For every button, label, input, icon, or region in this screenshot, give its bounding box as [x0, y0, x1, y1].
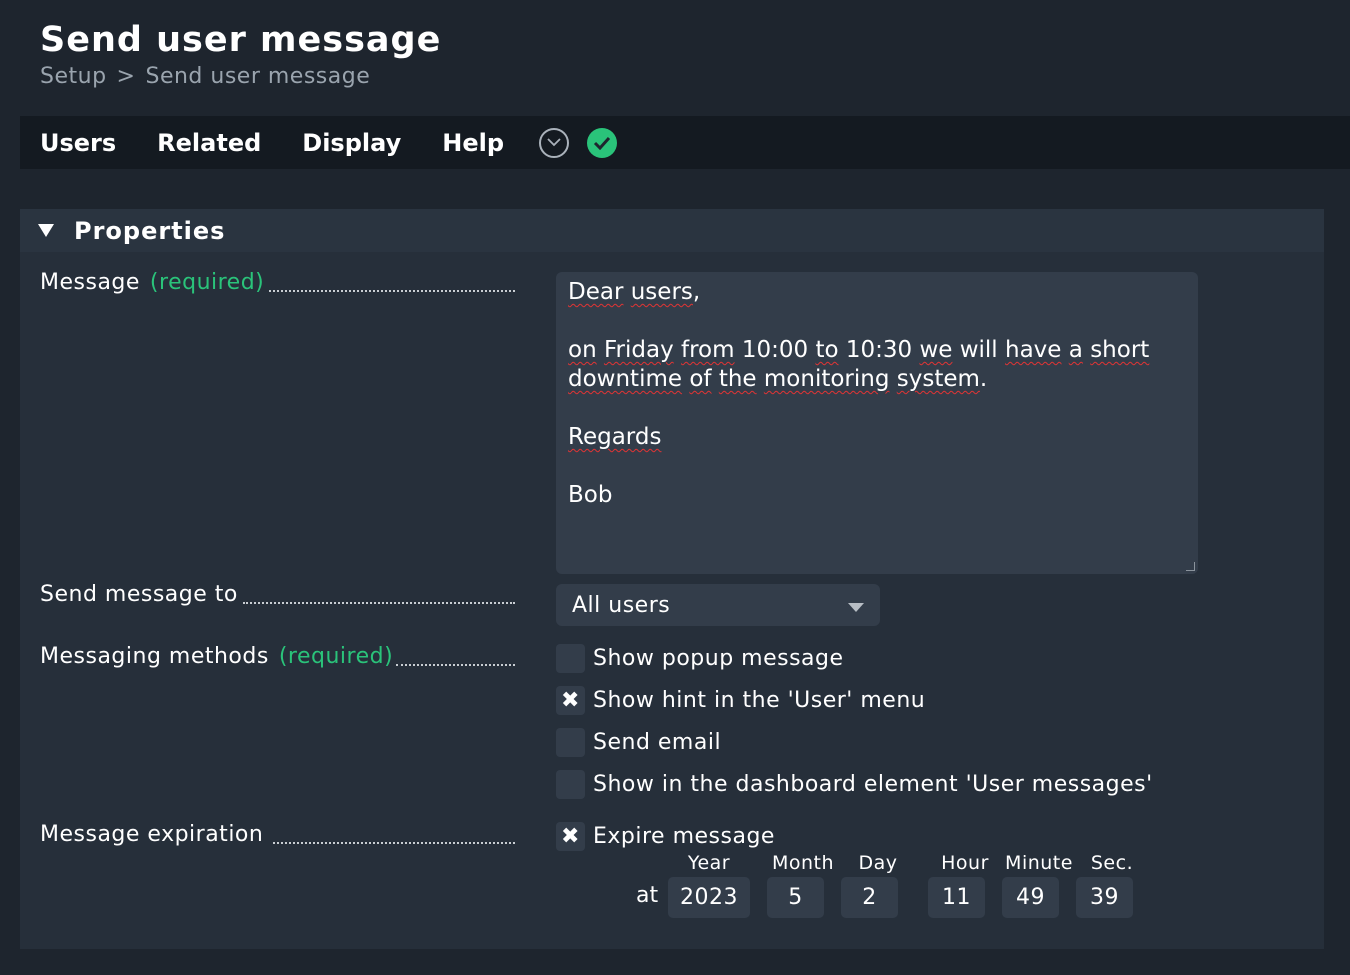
checkbox-expire-message[interactable]: ✖ — [556, 822, 585, 851]
breadcrumb-separator: > — [116, 64, 136, 89]
hour-label: Hour — [941, 852, 989, 874]
message-word: to — [815, 337, 839, 363]
message-word: from — [681, 337, 735, 363]
method-dashboard[interactable]: Show in the dashboard element 'User mess… — [556, 770, 1153, 799]
message-word: downtime — [568, 366, 683, 392]
breadcrumb-current[interactable]: Send user message — [145, 64, 370, 89]
chevron-down-icon — [848, 603, 864, 612]
menu-users[interactable]: Users — [40, 129, 116, 157]
message-line — [568, 307, 1186, 336]
send-to-label: Send message to — [40, 582, 238, 607]
message-line: Bob — [568, 482, 613, 508]
breadcrumb-setup[interactable]: Setup — [40, 64, 107, 89]
message-word: Friday — [603, 337, 674, 363]
month-input[interactable]: 5 — [767, 877, 824, 918]
message-word: monitoring — [763, 366, 890, 392]
hour-input[interactable]: 11 — [928, 877, 985, 918]
methods-label-text: Messaging methods — [40, 644, 269, 669]
message-word: users — [630, 279, 693, 305]
page-title: Send user message — [40, 20, 442, 60]
sec-input[interactable]: 39 — [1076, 877, 1133, 918]
message-textarea[interactable]: Dear users, on Friday from 10:00 to 10:3… — [556, 272, 1198, 574]
method-dashboard-label: Show in the dashboard element 'User mess… — [593, 772, 1153, 797]
message-label: Message (required) — [40, 270, 264, 295]
required-marker: (required) — [278, 644, 394, 669]
message-word: the — [718, 366, 757, 392]
message-word: Dear — [568, 279, 624, 305]
menu-bar: Users Related Display Help — [20, 116, 1350, 169]
message-line: Dear users, — [568, 279, 701, 305]
menu-help[interactable]: Help — [442, 129, 504, 157]
chevron-down-circle-icon[interactable] — [539, 127, 570, 158]
month-label: Month — [771, 852, 835, 874]
minute-label: Minute — [1005, 852, 1073, 874]
dotted-leader — [243, 602, 515, 604]
required-marker: (required) — [149, 270, 265, 295]
send-to-select[interactable]: All users — [556, 584, 880, 626]
methods-label: Messaging methods (required) — [40, 644, 393, 669]
message-word: system — [896, 366, 980, 392]
method-email-label: Send email — [593, 730, 722, 755]
message-line: on Friday from 10:00 to 10:30 we will ha… — [568, 337, 1150, 363]
menu-display[interactable]: Display — [302, 129, 401, 157]
resize-handle-icon[interactable] — [1186, 562, 1195, 571]
checkbox-email[interactable] — [556, 728, 585, 757]
properties-header[interactable]: Properties — [20, 209, 1324, 252]
message-word: on — [568, 337, 597, 363]
message-line — [568, 452, 1186, 481]
checkbox-user-menu-hint[interactable]: ✖ — [556, 686, 585, 715]
checkbox-popup[interactable] — [556, 644, 585, 673]
day-input[interactable]: 2 — [841, 877, 898, 918]
method-user-menu-hint-label: Show hint in the 'User' menu — [593, 688, 926, 713]
check-circle-icon[interactable] — [587, 127, 618, 158]
expiration-label-text: Message expiration — [40, 822, 264, 847]
message-word: Regards — [568, 424, 662, 450]
menu-related[interactable]: Related — [157, 129, 261, 157]
dotted-leader — [273, 842, 515, 844]
expire-message-label: Expire message — [593, 824, 775, 849]
message-word: a — [1068, 337, 1083, 363]
method-email[interactable]: Send email — [556, 728, 721, 757]
message-word: of — [689, 366, 712, 392]
year-label: Year — [687, 852, 731, 874]
method-user-menu-hint[interactable]: ✖ Show hint in the 'User' menu — [556, 686, 925, 715]
message-line: Regards — [568, 423, 1186, 452]
message-label-text: Message — [40, 270, 140, 295]
expire-message[interactable]: ✖ Expire message — [556, 822, 775, 851]
checkbox-dashboard[interactable] — [556, 770, 585, 799]
year-input[interactable]: 2023 — [668, 877, 750, 918]
method-popup[interactable]: Show popup message — [556, 644, 844, 673]
message-word: short — [1090, 337, 1150, 363]
minute-input[interactable]: 49 — [1002, 877, 1059, 918]
dotted-leader — [396, 664, 515, 666]
collapse-triangle-icon[interactable] — [38, 224, 54, 237]
properties-panel: Properties Message (required) Dear users… — [20, 209, 1324, 949]
dotted-leader — [269, 290, 515, 292]
breadcrumb: Setup > Send user message — [40, 64, 370, 89]
message-word: have — [1005, 337, 1062, 363]
message-word: we — [919, 337, 953, 363]
method-popup-label: Show popup message — [593, 646, 844, 671]
send-to-label-text: Send message to — [40, 582, 238, 607]
properties-title: Properties — [74, 216, 226, 245]
send-to-selected: All users — [572, 592, 671, 618]
message-line — [568, 394, 1186, 423]
expiration-label: Message expiration — [40, 822, 263, 847]
day-label: Day — [858, 852, 898, 874]
at-label: at — [636, 883, 659, 908]
sec-label: Sec. — [1090, 852, 1134, 874]
message-line: downtime of the monitoring system. — [568, 366, 988, 392]
